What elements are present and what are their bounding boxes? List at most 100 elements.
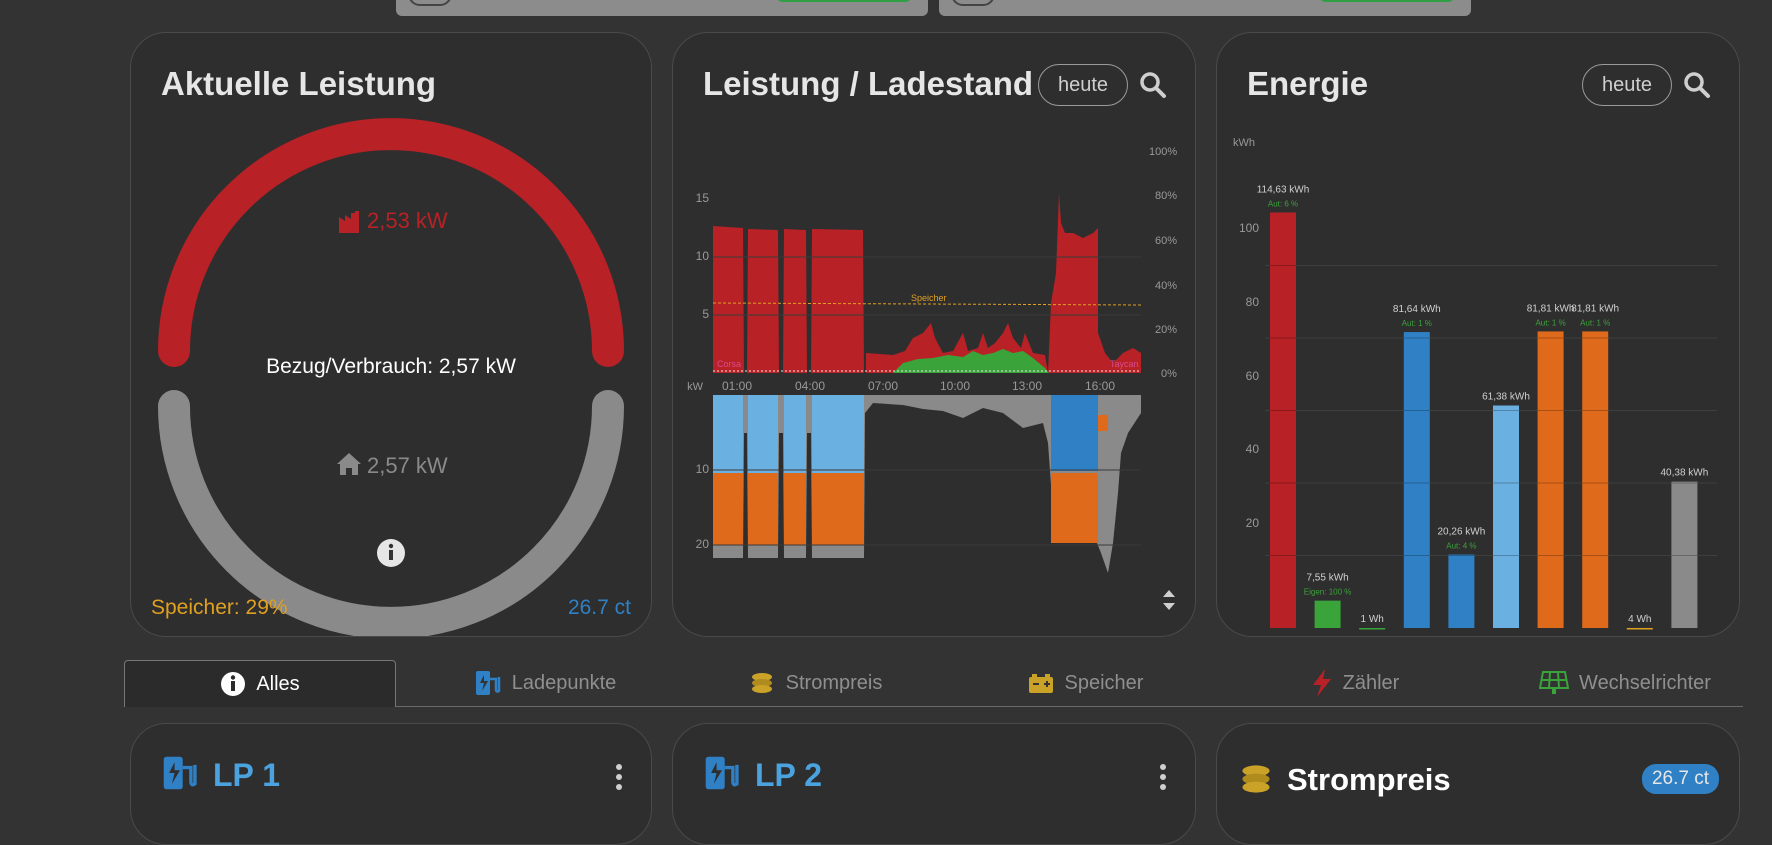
y-right-tick: 0% (1161, 368, 1177, 380)
energy-bar (1314, 600, 1341, 628)
y-tick: 60 (1246, 369, 1260, 383)
bar-sub-label: Aut: 1 % (1535, 318, 1565, 327)
bar-value-label: 1 Wh (1361, 614, 1384, 625)
corsa-label: Corsa (717, 359, 741, 369)
charger-icon (163, 756, 197, 790)
y-tick: 80 (1246, 295, 1260, 309)
grid-power-value: 2,53 kW (367, 208, 448, 233)
tab-label: Alles (256, 672, 300, 695)
y-tick: 20 (1246, 516, 1260, 530)
lp1-card: LP 1 (130, 723, 652, 845)
tab-zaehler[interactable]: Zähler (1220, 660, 1490, 706)
energy-bar (1270, 212, 1296, 628)
bar-value-label: 81,81 kWh (1571, 303, 1619, 314)
x-tick: 16:00 (1085, 379, 1115, 393)
power-chart-card: Leistung / Ladestand heute 15 10 5 kW 10… (672, 32, 1196, 637)
bar-sub-label: Aut: 6 % (1268, 199, 1298, 208)
speicher-label: Speicher (911, 293, 947, 303)
lp2-card: LP 2 (672, 723, 1196, 845)
bar-value-label: 114,63 kWh (1257, 184, 1310, 195)
tab-label: Zähler (1342, 671, 1400, 694)
bar-sub-label: Aut: 1 % (1402, 319, 1432, 328)
price-card: Strompreis 26.7 ct (1216, 723, 1740, 845)
y-unit: kW (687, 381, 704, 393)
grid-import-area-2 (1048, 193, 1141, 373)
bar-value-label: 40,38 kWh (1660, 468, 1708, 479)
house-icon (337, 453, 361, 475)
bar-sub-label: Aut: 4 % (1446, 542, 1476, 551)
battery-icon (1028, 674, 1053, 693)
price-title: Strompreis (1287, 762, 1451, 797)
y-tick: 100 (1239, 221, 1259, 235)
lp1-title: LP 1 (213, 757, 280, 793)
y-tick: 15 (696, 191, 710, 205)
status-pill (776, 0, 912, 2)
toggle-circle[interactable] (951, 0, 995, 6)
y-tick: 10 (696, 462, 710, 476)
bolt-icon (1312, 669, 1331, 697)
energy-bar (1671, 481, 1698, 628)
energy-bar (1403, 332, 1430, 628)
price-label: 26.7 ct (567, 596, 631, 619)
energy-bar (1582, 331, 1609, 628)
tab-label: Wechselrichter (1579, 671, 1711, 694)
y-right-tick: 100% (1149, 146, 1177, 158)
energy-chart: kWh 100 80 60 40 20 114,63 kWh Aut: 6 % 7,… (1233, 137, 1717, 630)
x-tick: 04:00 (795, 379, 825, 393)
bar-value-label: 81,81 kWh (1527, 303, 1575, 314)
y-unit: kWh (1233, 137, 1255, 149)
y-tick: 5 (702, 307, 709, 321)
grid-import-area (713, 226, 1048, 373)
more-menu-icon[interactable] (1160, 764, 1166, 794)
energy-card: Energie heute kWh 100 80 60 40 20 114,63… (1216, 32, 1740, 637)
x-tick: 01:00 (722, 379, 752, 393)
top-bar-lp1 (396, 0, 928, 16)
bar-value-label: 61,38 kWh (1482, 391, 1530, 402)
lp2-title: LP 2 (755, 757, 822, 793)
status-pill (1319, 0, 1455, 2)
info-icon (221, 672, 246, 696)
solar-panel-icon (1539, 671, 1570, 694)
y-tick: 20 (696, 537, 710, 551)
factory-icon (339, 211, 359, 233)
more-menu-icon[interactable] (616, 764, 622, 794)
tab-label: Speicher (1064, 671, 1144, 694)
y-tick: 40 (1246, 442, 1260, 456)
y-right-tick: 40% (1155, 280, 1177, 292)
charger-icon (475, 671, 500, 695)
bar-value-label: 20,26 kWh (1437, 527, 1485, 538)
tab-strompreis[interactable]: Strompreis (680, 660, 950, 706)
tab-alles[interactable]: Alles (124, 660, 396, 707)
energy-bar (1359, 627, 1386, 630)
tab-underline (393, 706, 1743, 707)
coins-icon (1242, 765, 1270, 793)
y-right-tick: 20% (1155, 324, 1177, 336)
x-tick: 13:00 (1012, 379, 1042, 393)
energy-bar (1493, 405, 1519, 628)
center-label: Bezug/Verbrauch: 2,57 kW (266, 355, 516, 378)
x-tick: 07:00 (868, 379, 898, 393)
y-right-tick: 60% (1155, 235, 1177, 247)
bar-sub-label: Eigen: 100 % (1304, 588, 1352, 597)
power-chart: 15 10 5 kW 10 20 100% 80% 60% 40% 20% 0%… (687, 146, 1177, 610)
lp1-area (1051, 395, 1098, 471)
house-power-value: 2,57 kW (367, 453, 448, 478)
sort-icon[interactable] (1163, 590, 1175, 610)
toggle-circle[interactable] (408, 0, 452, 6)
bar-value-label: 4 Wh (1628, 614, 1651, 625)
y-right-tick: 80% (1155, 190, 1177, 202)
tab-speicher[interactable]: Speicher (950, 660, 1220, 706)
energy-bar (1626, 627, 1653, 630)
energy-bar (1448, 554, 1475, 628)
x-tick: 10:00 (940, 379, 970, 393)
tab-ladepunkte[interactable]: Ladepunkte (410, 660, 680, 706)
virtual-area (713, 473, 864, 545)
house-arc (158, 390, 624, 636)
energy-bar (1537, 331, 1564, 628)
top-bar-lp2 (939, 0, 1471, 16)
info-icon[interactable] (377, 539, 405, 567)
charger-icon (705, 756, 739, 790)
lp2-area (713, 395, 864, 473)
power-gauge (158, 118, 624, 636)
tab-wechselrichter[interactable]: Wechselrichter (1490, 660, 1760, 706)
